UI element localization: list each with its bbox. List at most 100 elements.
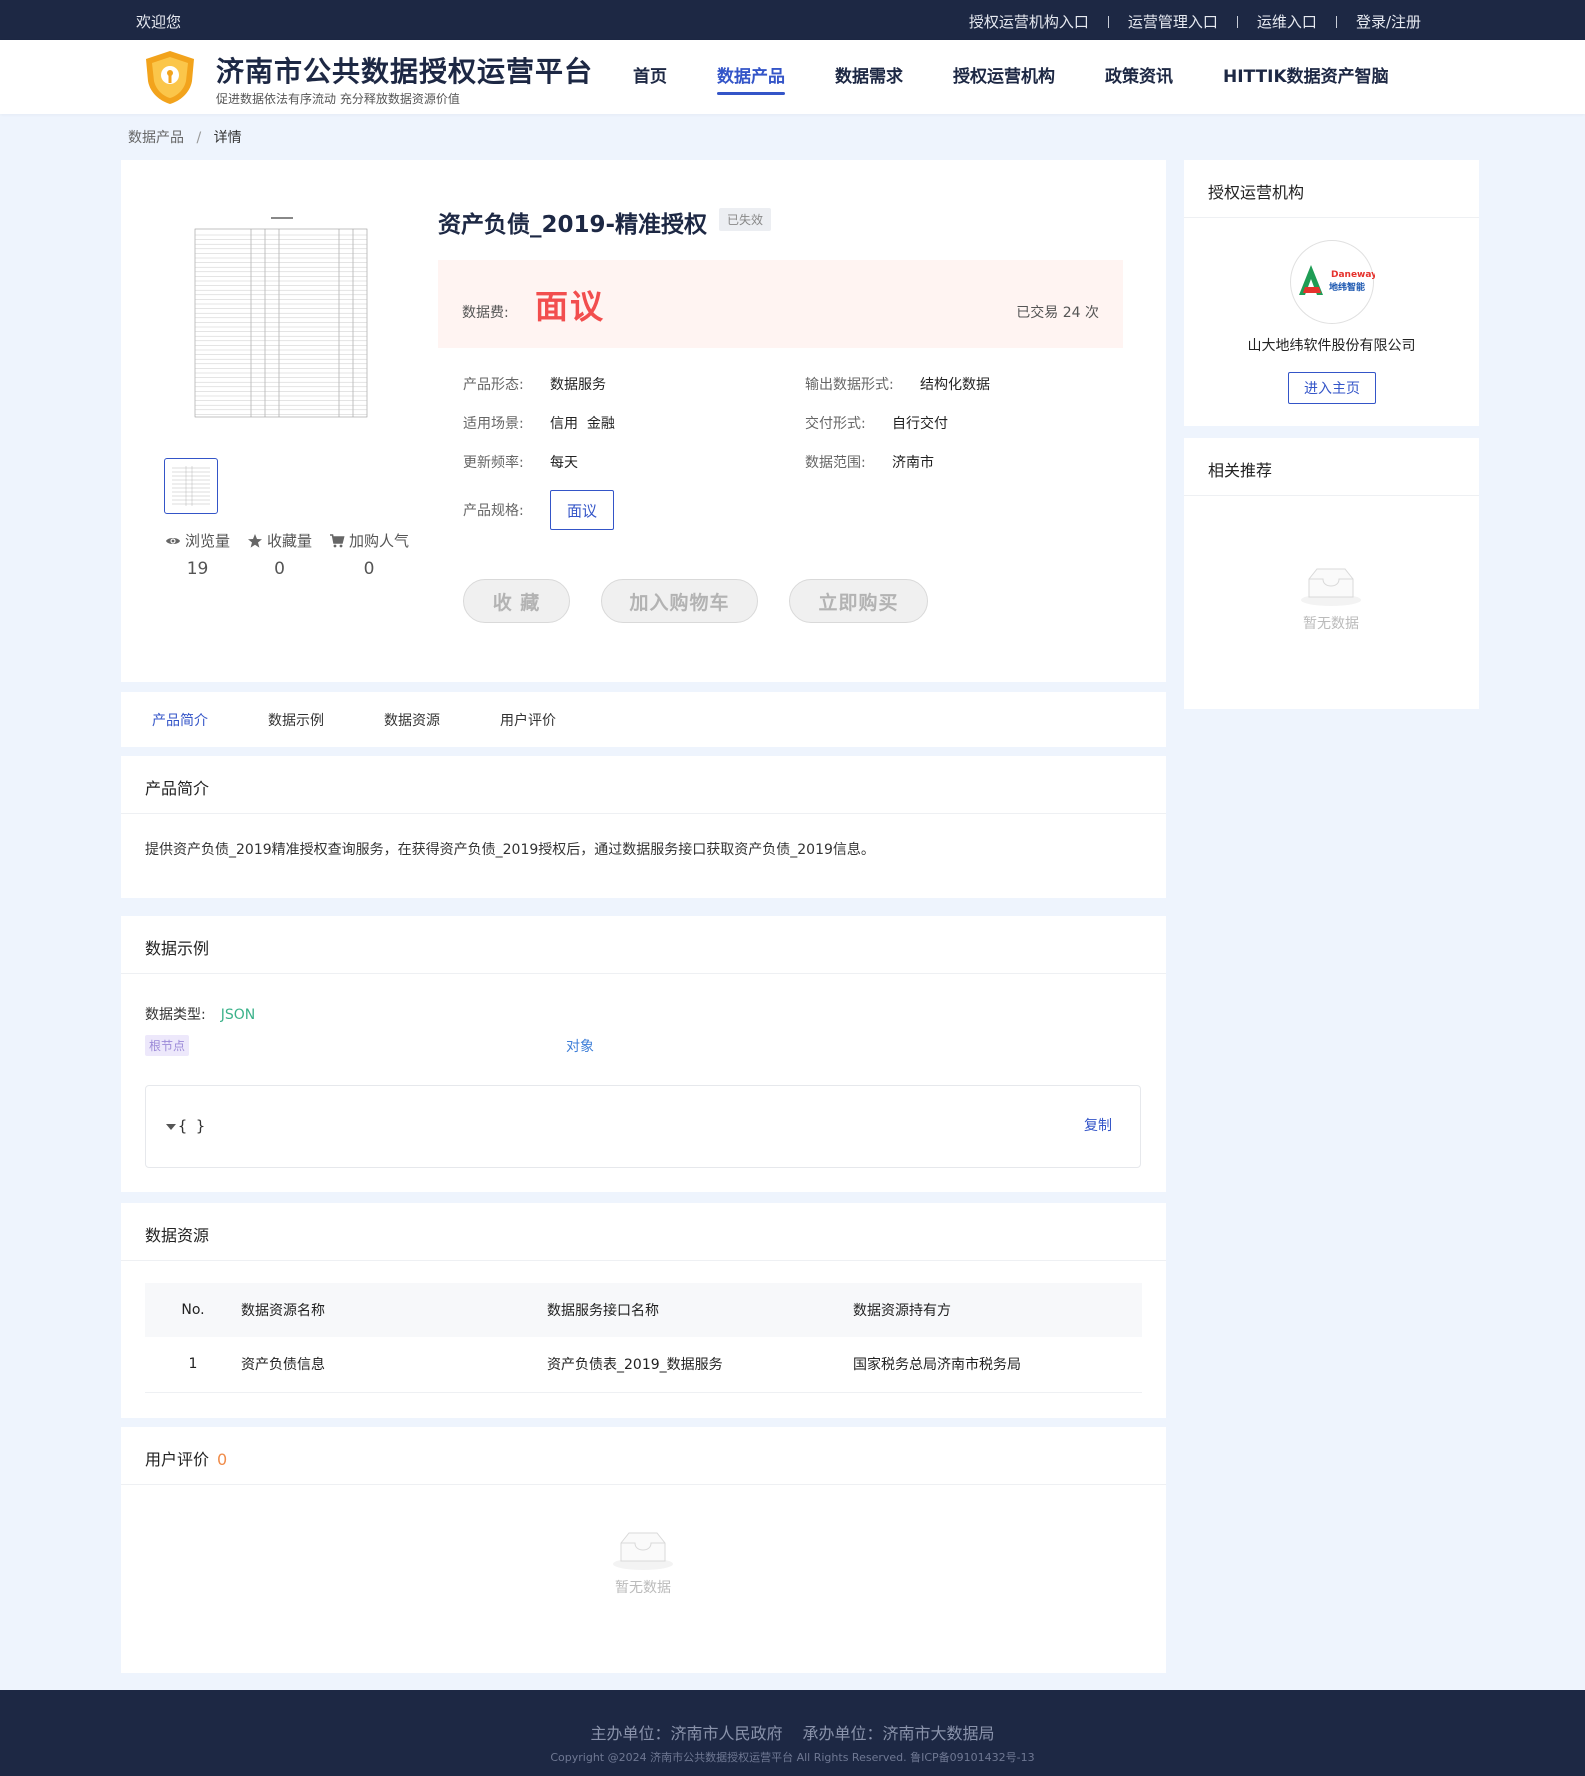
intro-section: 产品简介 提供资产负债_2019精准授权查询服务，在获得资产负债_2019授权后… (121, 756, 1166, 898)
recommendations-card: 相关推荐 暂无数据 (1184, 438, 1479, 709)
resource-owner: 国家税务总局济南市税务局 (853, 1337, 1142, 1393)
tab-reviews[interactable]: 用户评价 (500, 710, 556, 730)
attr-delivery-label: 交付形式: (805, 416, 866, 432)
attr-output: 输出数据形式: 结构化数据 (805, 374, 990, 394)
divider (121, 973, 1166, 974)
price-box: 数据费: 面议 已交易 24 次 (438, 260, 1123, 348)
divider (121, 1260, 1166, 1261)
attr-form-label: 产品形态: (463, 377, 524, 393)
footer-sponsor: 主办单位：济南市人民政府 (590, 1724, 783, 1743)
column-header: No. (145, 1283, 241, 1337)
attr-frequency: 更新频率: 每天 (463, 452, 578, 472)
json-code: { } (178, 1117, 206, 1135)
price-label: 数据费: (462, 305, 509, 321)
resources-section: 数据资源 No. 数据资源名称 数据服务接口名称 数据资源持有方 1 资产负债信… (121, 1203, 1166, 1418)
recommendations-title: 相关推荐 (1208, 461, 1273, 480)
spec-option-button[interactable]: 面议 (550, 490, 614, 530)
top-links: 授权运营机构入口 运营管理入口 运维入口 登录/注册 (969, 11, 1421, 32)
resource-api-name: 资产负债表_2019_数据服务 (547, 1337, 853, 1393)
row-number: 1 (145, 1337, 241, 1393)
org-logo-cn: 地纬智能 (1329, 281, 1365, 293)
intro-text: 提供资产负债_2019精准授权查询服务，在获得资产负债_2019授权后，通过数据… (145, 842, 875, 858)
nav-home[interactable]: 首页 (633, 40, 667, 114)
detail-tabs: 产品简介 数据示例 数据资源 用户评价 (121, 692, 1166, 747)
add-to-cart-button[interactable]: 加入购物车 (601, 579, 758, 623)
json-viewer: { } 复制 (145, 1085, 1141, 1168)
nav-data-products[interactable]: 数据产品 (717, 40, 785, 114)
nav-policy-news[interactable]: 政策资讯 (1105, 40, 1173, 114)
login-register-link[interactable]: 登录/注册 (1356, 11, 1421, 32)
preview-thumbnail[interactable] (164, 458, 218, 514)
divider (1335, 15, 1337, 28)
buy-now-button[interactable]: 立即购买 (789, 579, 928, 623)
breadcrumb-parent[interactable]: 数据产品 (128, 130, 184, 146)
column-header: 数据服务接口名称 (547, 1283, 853, 1337)
resources-title: 数据资源 (145, 1226, 210, 1245)
object-type-label: 对象 (566, 1039, 594, 1055)
footer-units: 主办单位：济南市人民政府 承办单位：济南市大数据局 (0, 1720, 1585, 1744)
product-stats: 浏览量 19 收藏量 0 加购人气 0 (165, 530, 426, 579)
thumbnail-image (168, 462, 214, 510)
favorite-button[interactable]: 收 藏 (463, 579, 570, 623)
empty-box-icon (613, 1532, 673, 1570)
nav-hittik[interactable]: HITTIK数据资产智脑 (1223, 40, 1389, 114)
breadcrumb-separator: / (196, 130, 202, 146)
json-root[interactable]: { } (166, 1117, 205, 1135)
site-header: 济南市公共数据授权运营平台 促进数据依法有序流动 充分释放数据资源价值 首页 数… (0, 40, 1585, 114)
attr-spec: 产品规格: (463, 500, 524, 520)
empty-text: 暂无数据 (615, 1580, 671, 1596)
maintenance-link[interactable]: 运维入口 (1257, 11, 1317, 32)
attr-form: 产品形态: 数据服务 (463, 374, 606, 394)
stat-views-value: 19 (186, 559, 209, 579)
attr-scene-label: 适用场景: (463, 416, 524, 432)
price-value: 面议 (535, 287, 605, 326)
breadcrumb: 数据产品 / 详情 (128, 127, 242, 147)
root-node-tag: 根节点 (145, 1035, 190, 1056)
nav-data-demand[interactable]: 数据需求 (835, 40, 903, 114)
org-logo-en: Daneway (1331, 270, 1375, 280)
welcome-text: 欢迎您 (136, 13, 182, 31)
attr-delivery: 交付形式: 自行交付 (805, 413, 948, 433)
stat-views: 浏览量 19 (165, 530, 230, 579)
table-header-row: No. 数据资源名称 数据服务接口名称 数据资源持有方 (145, 1283, 1142, 1337)
site-logo-icon[interactable] (142, 49, 198, 105)
table-row: 1 资产负债信息 资产负债表_2019_数据服务 国家税务总局济南市税务局 (145, 1337, 1142, 1393)
collapse-caret-icon[interactable] (166, 1123, 176, 1130)
stat-cart: 加购人气 0 (329, 530, 409, 579)
tab-example[interactable]: 数据示例 (268, 710, 324, 730)
footer-copyright: Copyright @2024 济南市公共数据授权运营平台 All Rights… (550, 1751, 1035, 1764)
attr-frequency-value: 每天 (550, 455, 578, 471)
trade-count: 已交易 24 次 (1016, 305, 1099, 321)
main-nav: 首页 数据产品 数据需求 授权运营机构 政策资讯 HITTIK数据资产智脑 (633, 40, 1439, 114)
column-header: 数据资源名称 (241, 1283, 547, 1337)
recommendations-empty-state: 暂无数据 (1271, 563, 1391, 633)
footer-organizer: 承办单位：济南市大数据局 (802, 1724, 995, 1743)
product-card: 浏览量 19 收藏量 0 加购人气 0 资产负债_2019-精准授权 已失效 数… (121, 160, 1166, 682)
attr-output-value: 结构化数据 (920, 377, 990, 393)
product-preview-image[interactable] (193, 215, 369, 425)
data-type-label: 数据类型: (145, 1007, 206, 1023)
stat-favorites-value: 0 (274, 559, 285, 579)
site-subtitle: 促进数据依法有序流动 充分释放数据资源价值 (216, 92, 460, 106)
divider (121, 813, 1166, 814)
attr-frequency-label: 更新频率: (463, 455, 524, 471)
divider (1184, 217, 1479, 218)
org-entry-link[interactable]: 授权运营机构入口 (969, 11, 1089, 32)
attr-range-label: 数据范围: (805, 455, 866, 471)
data-type: 数据类型: JSON (145, 1004, 255, 1024)
tab-resources[interactable]: 数据资源 (384, 710, 440, 730)
operator-title: 授权运营机构 (1208, 183, 1305, 202)
stat-favorites-label: 收藏量 (267, 532, 313, 550)
org-home-button[interactable]: 进入主页 (1288, 372, 1376, 404)
divider (121, 1484, 1166, 1485)
ops-management-link[interactable]: 运营管理入口 (1128, 11, 1218, 32)
org-logo-icon: Daneway 地纬智能 (1299, 265, 1377, 295)
tab-intro[interactable]: 产品简介 (152, 710, 208, 730)
top-bar: 欢迎您 授权运营机构入口 运营管理入口 运维入口 登录/注册 (0, 0, 1585, 40)
nav-operators[interactable]: 授权运营机构 (953, 40, 1055, 114)
divider (1184, 495, 1479, 496)
empty-box-icon (1301, 568, 1361, 606)
site-footer: 主办单位：济南市人民政府 承办单位：济南市大数据局 Copyright @2024… (0, 1690, 1585, 1776)
copy-button[interactable]: 复制 (1084, 1115, 1112, 1135)
reviews-empty-state: 暂无数据 (583, 1527, 703, 1597)
